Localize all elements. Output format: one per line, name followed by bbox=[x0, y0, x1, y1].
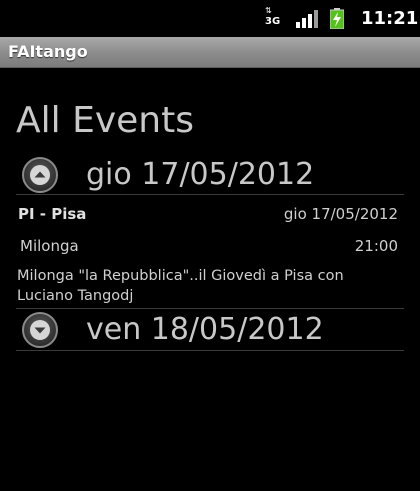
expand-arrow-down-icon[interactable] bbox=[22, 312, 58, 348]
battery-charging-icon bbox=[330, 8, 344, 29]
divider bbox=[16, 194, 404, 195]
event-location: PI - Pisa bbox=[18, 205, 87, 223]
event-type: Milonga bbox=[20, 237, 79, 255]
event-description-line2: Luciano Tangodj bbox=[17, 288, 134, 304]
app-title-bar: FAItango bbox=[0, 37, 420, 68]
day-group-label: ven 18/05/2012 bbox=[86, 312, 324, 347]
app-title: FAItango bbox=[8, 42, 88, 61]
network-type-label: 3G bbox=[265, 16, 281, 27]
day-group-label: gio 17/05/2012 bbox=[86, 157, 315, 192]
status-bar: ⇅ 3G 11:21 bbox=[0, 0, 420, 37]
collapse-arrow-up-icon[interactable] bbox=[22, 157, 58, 193]
divider bbox=[16, 350, 404, 351]
day-group-header[interactable]: ven 18/05/2012 bbox=[0, 312, 420, 352]
event-description-line1: Milonga "la Repubblica"..il Giovedì a Pi… bbox=[17, 268, 344, 284]
divider bbox=[16, 308, 404, 309]
event-date: gio 17/05/2012 bbox=[283, 205, 398, 223]
day-group-header[interactable]: gio 17/05/2012 bbox=[0, 157, 420, 197]
data-3g-arrows-icon: ⇅ 3G bbox=[265, 6, 281, 27]
status-clock: 11:21 bbox=[361, 8, 419, 29]
page-title: All Events bbox=[16, 100, 194, 141]
signal-bars-icon bbox=[296, 10, 318, 28]
event-time: 21:00 bbox=[354, 237, 398, 255]
